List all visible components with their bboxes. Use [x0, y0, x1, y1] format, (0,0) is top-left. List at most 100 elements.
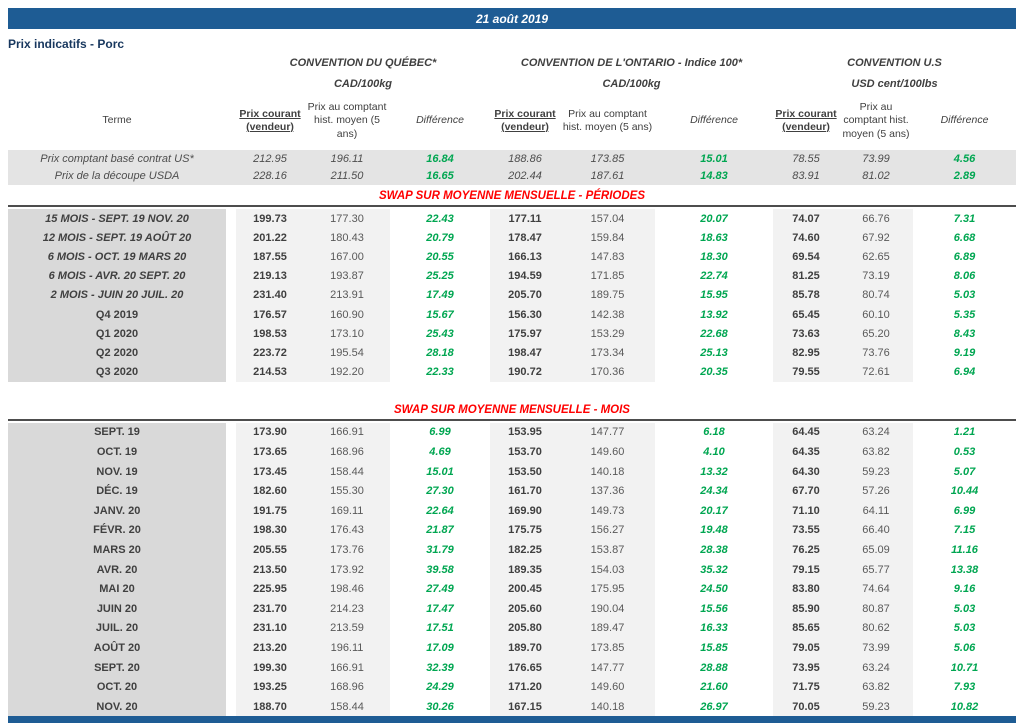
table-row: OCT. 20 193.25 168.96 24.29 171.20 149.6…	[8, 677, 1016, 697]
prix-courant-cell: 153.50	[490, 462, 560, 482]
prix-courant-cell: 166.13	[490, 247, 560, 266]
table-row: Q1 2020 198.53 173.10 25.43 175.97 153.2…	[8, 324, 1016, 343]
difference-cell: 17.51	[390, 619, 490, 639]
prix-comptant-cell: 175.95	[560, 579, 655, 599]
prix-courant-cell: 223.72	[236, 343, 304, 362]
prix-courant-cell: 231.10	[236, 619, 304, 639]
difference-cell: 10.82	[913, 697, 1016, 717]
prix-comptant-cell: 65.09	[839, 540, 913, 560]
convention-quebec-name: CONVENTION DU QUÉBEC*	[236, 57, 490, 69]
table-row: Prix comptant basé contrat US* 212.95 19…	[8, 150, 1016, 168]
prix-comptant-cell: 214.23	[304, 599, 390, 619]
prix-courant-cell: 175.75	[490, 521, 560, 541]
prix-comptant-cell: 65.20	[839, 324, 913, 343]
qc-difference-header: Différence	[390, 114, 490, 127]
row-label: Q4 2019	[8, 305, 226, 324]
table-row: FÉVR. 20 198.30 176.43 21.87 175.75 156.…	[8, 521, 1016, 541]
difference-cell: 17.49	[390, 286, 490, 305]
row-label: 12 MOIS - SEPT. 19 AOÛT 20	[8, 228, 226, 247]
row-label: 2 MOIS - JUIN 20 JUIL. 20	[8, 286, 226, 305]
row-label: SEPT. 20	[8, 658, 226, 678]
prix-courant-cell: 178.47	[490, 228, 560, 247]
prix-comptant-cell: 171.85	[560, 267, 655, 286]
table-row: MAI 20 225.95 198.46 27.49 200.45 175.95…	[8, 579, 1016, 599]
prix-courant-cell: 219.13	[236, 267, 304, 286]
prix-comptant-cell: 195.54	[304, 343, 390, 362]
prix-courant-cell: 153.95	[490, 423, 560, 443]
difference-cell: 32.39	[390, 658, 490, 678]
prix-courant-cell: 67.70	[773, 481, 839, 501]
table-row: Q4 2019 176.57 160.90 15.67 156.30 142.3…	[8, 305, 1016, 324]
prix-courant-cell: 153.70	[490, 442, 560, 462]
table-row: OCT. 19 173.65 168.96 4.69 153.70 149.60…	[8, 442, 1016, 462]
difference-cell: 6.99	[913, 501, 1016, 521]
prix-courant-cell: 81.25	[773, 267, 839, 286]
prix-comptant-cell: 140.18	[560, 697, 655, 717]
difference-cell: 30.26	[390, 697, 490, 717]
prix-comptant-cell: 155.30	[304, 481, 390, 501]
row-label: 15 MOIS - SEPT. 19 NOV. 20	[8, 209, 226, 228]
row-label: JANV. 20	[8, 501, 226, 521]
difference-cell: 21.60	[655, 677, 773, 697]
prix-courant-cell: 212.95	[236, 150, 304, 168]
row-label: AOÛT 20	[8, 638, 226, 658]
difference-cell: 6.68	[913, 228, 1016, 247]
prix-courant-cell: 79.15	[773, 560, 839, 580]
prix-courant-cell: 182.60	[236, 481, 304, 501]
prix-courant-cell: 200.45	[490, 579, 560, 599]
row-label: AVR. 20	[8, 560, 226, 580]
difference-cell: 16.65	[390, 168, 490, 186]
difference-cell: 4.69	[390, 442, 490, 462]
prix-courant-cell: 205.60	[490, 599, 560, 619]
prix-courant-cell: 193.25	[236, 677, 304, 697]
table-row: AVR. 20 213.50 173.92 39.58 189.35 154.0…	[8, 560, 1016, 580]
table-row: JANV. 20 191.75 169.11 22.64 169.90 149.…	[8, 501, 1016, 521]
prix-comptant-cell: 63.24	[839, 423, 913, 443]
difference-cell: 5.07	[913, 462, 1016, 482]
prix-comptant-cell: 213.59	[304, 619, 390, 639]
prix-courant-cell: 64.30	[773, 462, 839, 482]
us-prix-courant-header: Prix courant (vendeur)	[773, 108, 839, 134]
prix-comptant-cell: 156.27	[560, 521, 655, 541]
row-label: Prix comptant basé contrat US*	[8, 150, 226, 168]
prix-comptant-cell: 59.23	[839, 462, 913, 482]
prix-comptant-cell: 176.43	[304, 521, 390, 541]
prix-courant-cell: 64.35	[773, 442, 839, 462]
qc-prix-comptant-header: Prix au comptant hist. moyen (5 ans)	[304, 101, 390, 140]
prix-courant-cell: 71.75	[773, 677, 839, 697]
difference-cell: 18.30	[655, 247, 773, 266]
row-label: SEPT. 19	[8, 423, 226, 443]
page-title: Prix indicatifs - Porc	[8, 37, 1016, 51]
difference-cell: 15.01	[655, 150, 773, 168]
section-title-mois: SWAP SUR MOYENNE MENSUELLE - MOIS	[8, 404, 1016, 419]
prix-comptant-cell: 140.18	[560, 462, 655, 482]
prix-courant-cell: 198.53	[236, 324, 304, 343]
prix-comptant-cell: 147.83	[560, 247, 655, 266]
prix-comptant-cell: 157.04	[560, 209, 655, 228]
us-prix-comptant-header: Prix au comptant hist. moyen (5 ans)	[839, 101, 913, 140]
prix-comptant-cell: 80.87	[839, 599, 913, 619]
difference-cell: 20.07	[655, 209, 773, 228]
prix-comptant-cell: 213.91	[304, 286, 390, 305]
prix-courant-cell: 176.57	[236, 305, 304, 324]
prix-courant-cell: 82.95	[773, 343, 839, 362]
difference-cell: 5.03	[913, 286, 1016, 305]
section-divider	[8, 205, 1016, 207]
prix-courant-cell: 85.78	[773, 286, 839, 305]
prix-courant-cell: 231.70	[236, 599, 304, 619]
row-label: Prix de la découpe USDA	[8, 168, 226, 186]
difference-cell: 8.06	[913, 267, 1016, 286]
convention-ontario-header: CONVENTION DE L'ONTARIO - Indice 100* CA…	[490, 57, 773, 90]
section-divider	[8, 419, 1016, 421]
row-label: OCT. 20	[8, 677, 226, 697]
prix-courant-cell: 225.95	[236, 579, 304, 599]
convention-ontario-name: CONVENTION DE L'ONTARIO - Indice 100*	[490, 57, 773, 69]
difference-cell: 0.53	[913, 442, 1016, 462]
difference-cell: 35.32	[655, 560, 773, 580]
difference-cell: 6.94	[913, 363, 1016, 382]
convention-us-name: CONVENTION U.S	[773, 57, 1016, 69]
on-difference-header: Différence	[655, 114, 773, 127]
prix-comptant-cell: 60.10	[839, 305, 913, 324]
difference-cell: 13.32	[655, 462, 773, 482]
prix-comptant-cell: 149.73	[560, 501, 655, 521]
